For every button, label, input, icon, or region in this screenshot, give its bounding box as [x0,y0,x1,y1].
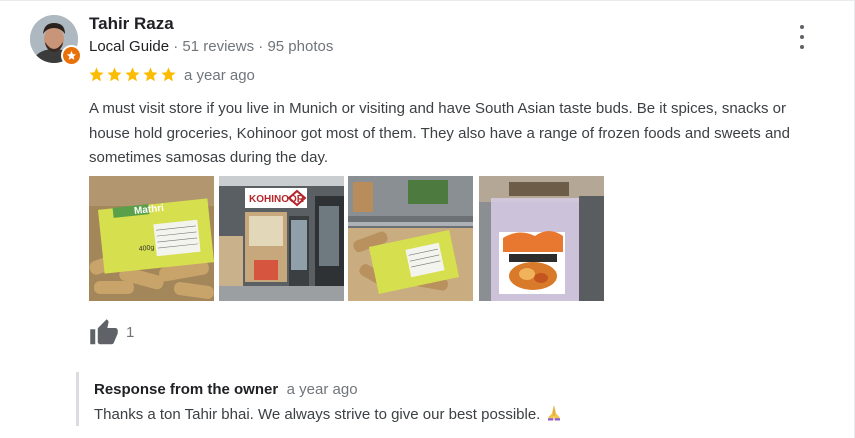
review-photo-4[interactable] [479,176,604,301]
like-button[interactable] [89,318,119,348]
card-top-border [0,0,855,1]
owner-response-header: Response from the owner a year ago [94,381,358,399]
more-options-dot [800,45,804,49]
snack-package-photo-icon: Mathri 400g [89,176,214,301]
meta-separator: · [173,38,179,55]
review-photo-3[interactable] [348,176,473,301]
review-photo-2[interactable]: KOHINOOR [219,176,344,301]
owner-response-date: a year ago [286,381,358,398]
more-options-dot [800,35,804,39]
star-icon [89,67,104,82]
owner-response: Response from the owner a year ago Thank… [76,372,779,426]
local-guide-badge-icon [61,45,82,66]
meta-separator: · [258,38,264,55]
local-guide-label: Local Guide [89,38,170,55]
reviewer-meta: Local Guide · 51 reviews · 95 photos [89,38,333,55]
storefront-photo-icon: KOHINOOR [219,176,344,301]
review-count: 51 reviews [182,38,255,55]
owner-response-body: Thanks a ton Tahir bhai. We always striv… [94,404,563,426]
review-text: A must visit store if you live in Munich… [89,100,790,166]
star-icon [161,67,176,82]
star-rating [88,66,177,83]
frozen-food-package-photo-icon [479,176,604,301]
star-icon [107,67,122,82]
owner-response-text: Thanks a ton Tahir bhai. We always striv… [94,406,541,423]
like-count: 1 [126,324,135,341]
review-date: a year ago [184,67,255,84]
folded-hands-icon [545,404,563,426]
reviewer-name[interactable]: Tahir Raza [89,14,174,34]
owner-response-title: Response from the owner [94,381,279,398]
photo-count: 95 photos [267,38,334,55]
review-photo-1[interactable]: Mathri 400g [89,176,214,301]
thumbs-up-icon [90,319,118,345]
star-icon [125,67,140,82]
more-options-button[interactable] [792,24,812,50]
star-icon [143,67,158,82]
more-options-icon [800,25,804,29]
snack-tray-photo-icon [348,176,473,301]
